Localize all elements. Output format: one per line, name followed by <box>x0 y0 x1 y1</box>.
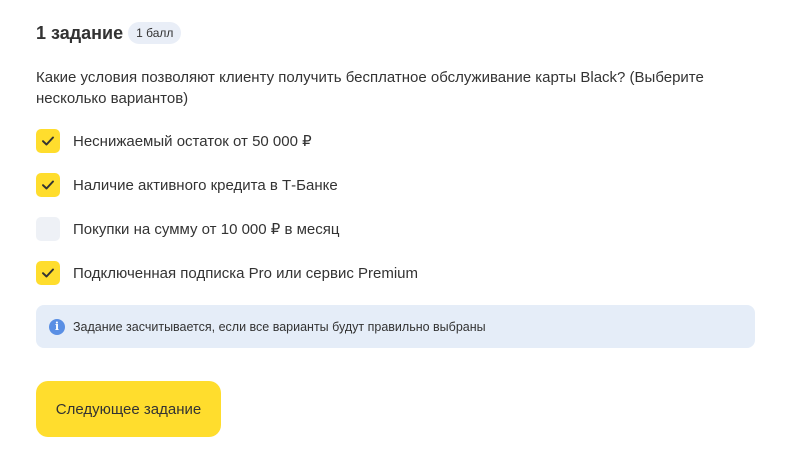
option-label: Покупки на сумму от 10 000 ₽ в месяц <box>73 221 340 238</box>
info-notice: i Задание засчитывается, если все вариан… <box>36 305 755 348</box>
option-label: Неснижаемый остаток от 50 000 ₽ <box>73 133 312 150</box>
task-header: 1 задание 1 балл <box>36 22 182 44</box>
option-monthly-purchases[interactable]: Покупки на сумму от 10 000 ₽ в месяц <box>36 217 339 241</box>
option-min-balance[interactable]: Неснижаемый остаток от 50 000 ₽ <box>36 129 312 153</box>
task-title: 1 задание <box>36 22 124 43</box>
check-icon <box>42 268 54 278</box>
next-task-button[interactable]: Следующее задание <box>36 381 221 437</box>
question-text: Какие условия позволяют клиенту получить… <box>36 69 704 107</box>
option-pro-subscription[interactable]: Подключенная подписка Pro или сервис Pre… <box>36 261 418 285</box>
info-text: Задание засчитывается, если все варианты… <box>73 319 486 334</box>
check-icon <box>42 180 54 190</box>
checkbox[interactable] <box>36 129 60 153</box>
points-badge: 1 балл <box>128 22 182 44</box>
checkbox[interactable] <box>36 217 60 241</box>
info-icon: i <box>49 318 65 335</box>
option-label: Наличие активного кредита в Т-Банке <box>73 176 338 194</box>
checkbox[interactable] <box>36 261 60 285</box>
check-icon <box>42 136 54 146</box>
option-label: Подключенная подписка Pro или сервис Pre… <box>73 264 418 282</box>
checkbox[interactable] <box>36 173 60 197</box>
option-active-credit[interactable]: Наличие активного кредита в Т-Банке <box>36 173 338 197</box>
